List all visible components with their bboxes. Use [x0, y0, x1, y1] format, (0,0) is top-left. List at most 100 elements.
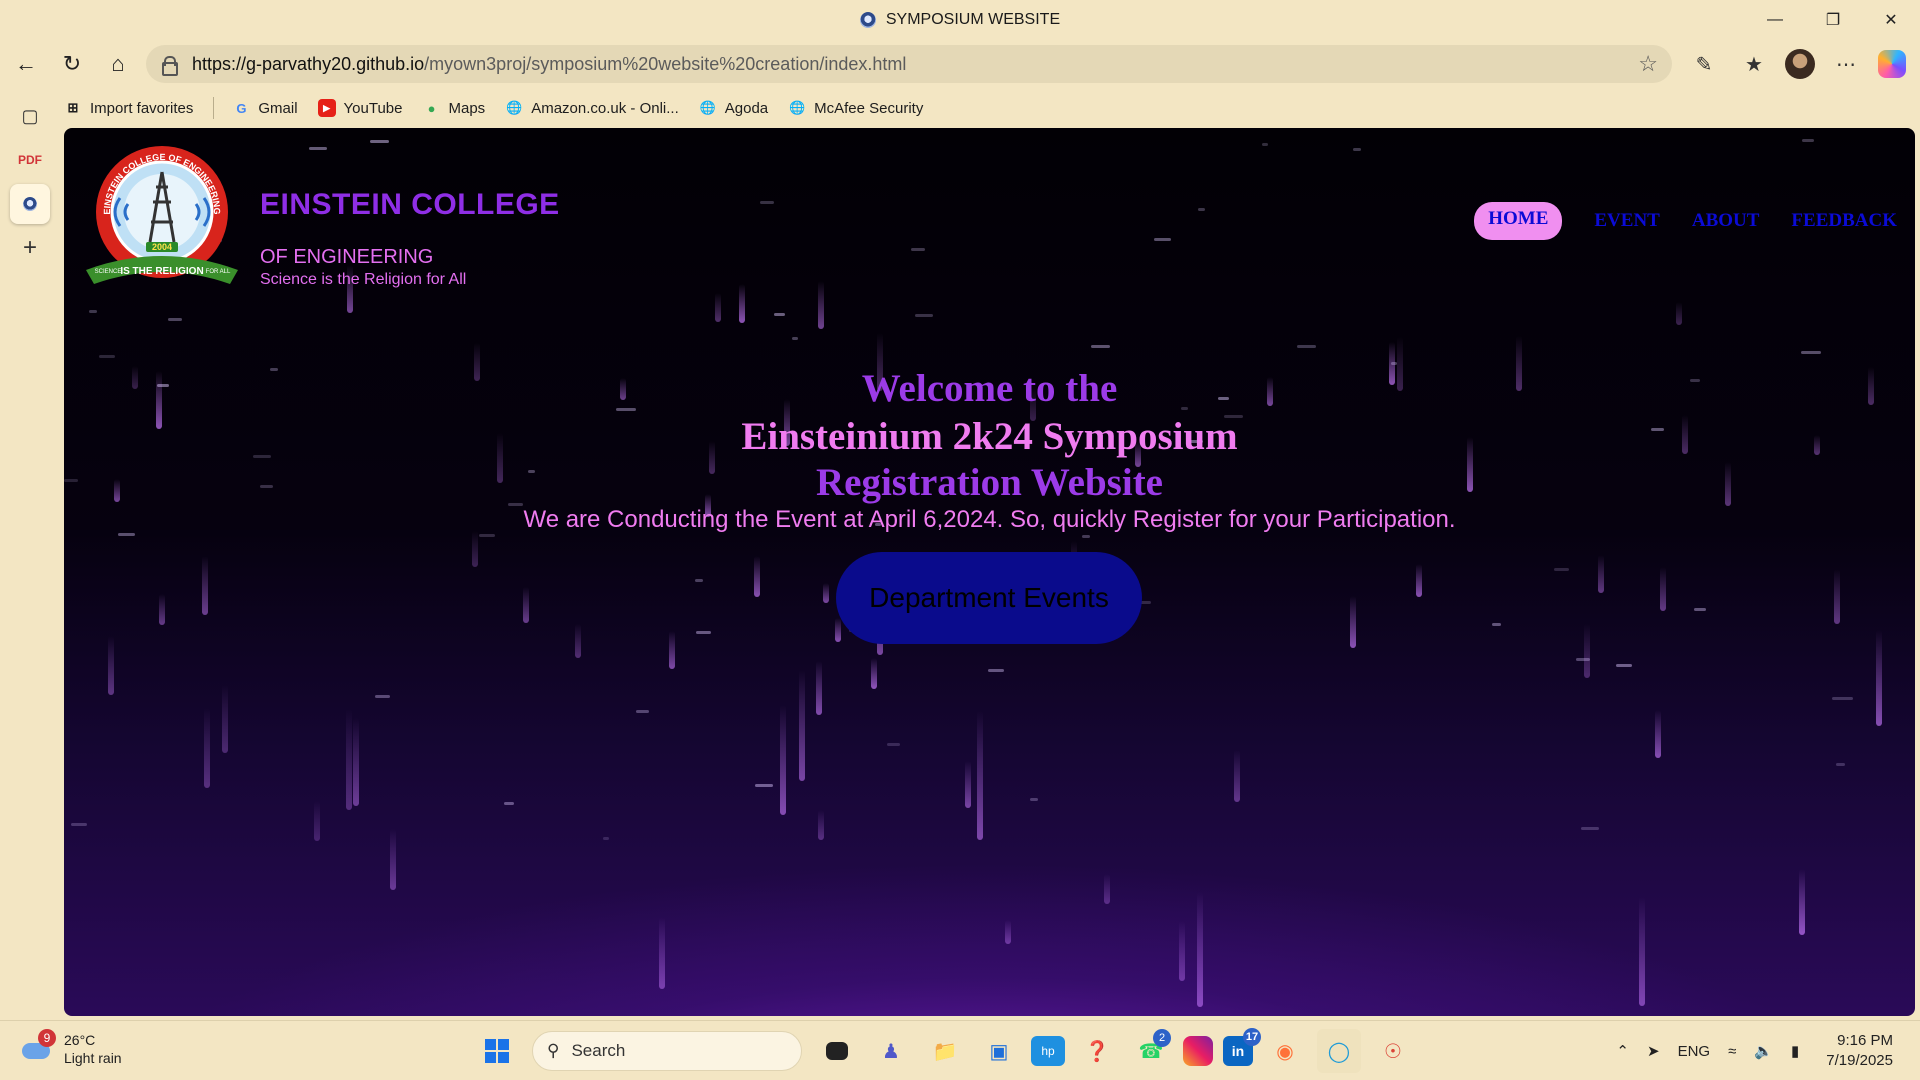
window-title-text: SYMPOSIUM WEBSITE [885, 11, 1061, 28]
address-bar[interactable]: https://g-parvathy20.github.io/myown3pro… [146, 45, 1672, 83]
back-icon[interactable]: ← [6, 44, 46, 84]
google-icon: G [236, 100, 247, 116]
taskbar-search[interactable]: ⚲ Search [532, 1031, 802, 1071]
chrome-icon[interactable]: ☉ [1371, 1029, 1415, 1073]
light-speck [914, 313, 934, 317]
active-tab-icon[interactable] [10, 184, 50, 224]
weather-widget[interactable]: 9 26°C Light rain [20, 1029, 122, 1067]
system-tray: ⌃ ➤ ENG ≈ 🔈 ▮ 9:16 PM 7/19/2025 [1607, 1021, 1920, 1080]
nav-feedback[interactable]: FEEDBACK [1791, 210, 1897, 232]
task-view-icon[interactable] [826, 1042, 848, 1060]
light-speck [1030, 798, 1038, 802]
language-indicator[interactable]: ENG [1678, 1043, 1711, 1060]
college-logo: 2004 IS THE RELIGION SCIENCE FOR ALL EIN… [86, 146, 238, 284]
light-speck [910, 247, 925, 251]
light-streak [818, 809, 825, 841]
firefox-icon[interactable]: ◉ [1263, 1029, 1307, 1073]
weather-condition: Light rain [64, 1050, 122, 1066]
linkedin-badge: 17 [1243, 1028, 1261, 1046]
close-icon[interactable]: ✕ [1862, 0, 1920, 40]
light-speck [988, 668, 1004, 672]
nav-event[interactable]: EVENT [1594, 210, 1659, 232]
light-speck [167, 317, 182, 321]
more-menu-icon[interactable]: ⋯ [1824, 40, 1868, 88]
hp-icon[interactable]: hp [1031, 1036, 1065, 1066]
favorite-import[interactable]: ⊞ Import favorites [64, 99, 194, 117]
light-streak [204, 708, 211, 789]
light-streak [668, 630, 675, 670]
favorites-icon[interactable]: ★ [1732, 40, 1776, 88]
youtube-icon: ▶ [317, 99, 336, 117]
favorite-mcafee[interactable]: 🌐 McAfee Security [788, 99, 923, 117]
favorite-amazon[interactable]: 🌐 Amazon.co.uk - Onli... [505, 99, 679, 117]
hero-line-1: Welcome to the [861, 367, 1118, 410]
favorite-youtube[interactable]: ▶ YouTube [317, 99, 403, 117]
hero-line-2: Einsteinium 2k24 Symposium [741, 415, 1238, 458]
volume-icon[interactable]: 🔈 [1754, 1042, 1773, 1060]
get-help-icon[interactable]: ❓ [1075, 1029, 1119, 1073]
restore-icon[interactable]: ❐ [1804, 0, 1862, 40]
light-speck [635, 709, 650, 713]
store-icon[interactable]: ▣ [977, 1029, 1021, 1073]
weather-temp: 26°C [64, 1032, 96, 1048]
favorites-bar: ⊞ Import favorites G Gmail ▶ YouTube ● Maps … [64, 88, 943, 128]
linkedin-icon[interactable]: in 17 [1223, 1028, 1261, 1066]
favorite-gmail[interactable]: G Gmail [232, 99, 297, 117]
light-speck [759, 201, 774, 205]
light-speck [695, 630, 711, 634]
light-speck [887, 742, 901, 746]
profile-button[interactable] [1778, 40, 1822, 88]
instagram-icon[interactable] [1183, 1036, 1213, 1066]
light-streak [1655, 710, 1662, 758]
start-icon[interactable] [475, 1029, 519, 1073]
wifi-icon[interactable]: ≈ [1728, 1043, 1736, 1060]
page-viewport: 2004 IS THE RELIGION SCIENCE FOR ALL EIN… [64, 128, 1915, 1016]
light-streak [1638, 896, 1645, 1007]
light-streak [1416, 563, 1423, 598]
light-streak [472, 531, 479, 568]
logo-ribbon: IS THE RELIGION [120, 266, 203, 277]
favorite-maps[interactable]: ● Maps [423, 99, 486, 117]
minimize-icon[interactable]: — [1746, 0, 1804, 40]
extensions-icon[interactable]: ✎ [1682, 40, 1726, 88]
light-streak [871, 658, 878, 689]
light-streak [799, 670, 806, 782]
favorite-agoda[interactable]: 🌐 Agoda [699, 99, 768, 117]
light-streak [353, 718, 360, 806]
globe-icon: 🌐 [699, 100, 716, 115]
home-icon[interactable]: ⌂ [98, 44, 138, 84]
light-speck [70, 822, 87, 826]
favorite-star-icon[interactable]: ☆ [1638, 51, 1658, 77]
light-speck [1082, 534, 1091, 538]
refresh-icon[interactable]: ↻ [52, 44, 92, 84]
weather-badge: 9 [38, 1029, 56, 1047]
pdf-icon[interactable]: PDF [10, 140, 50, 180]
battery-icon[interactable]: ▮ [1791, 1042, 1799, 1060]
light-streak [222, 684, 229, 754]
department-events-button[interactable]: Department Events [836, 552, 1142, 644]
site-nav: HOME EVENT ABOUT FEEDBACK [1474, 202, 1897, 240]
tab-actions-icon[interactable]: ▢ [10, 96, 50, 136]
copilot-button[interactable] [1870, 40, 1914, 88]
teams-icon[interactable]: ♟ [869, 1029, 913, 1073]
whatsapp-icon[interactable]: ☎ 2 [1129, 1029, 1173, 1073]
nav-about[interactable]: ABOUT [1692, 210, 1760, 232]
light-streak [815, 660, 822, 715]
edge-icon[interactable]: ◯ [1317, 1029, 1361, 1073]
clock[interactable]: 9:16 PM 7/19/2025 [1817, 1031, 1902, 1071]
light-speck [1091, 344, 1111, 348]
new-tab-icon[interactable]: + [10, 228, 50, 268]
college-suffix: OF ENGINEERING [260, 246, 434, 268]
light-streak [964, 760, 971, 809]
light-streak [658, 916, 665, 990]
logo-year: 2004 [152, 242, 172, 252]
taskbar-apps: ⚲ Search ♟ 📁 ▣ hp ❓ ☎ 2 in 17 ◉ ◯ ☉ [470, 1021, 1420, 1080]
light-streak [818, 281, 825, 329]
hero-line-3: Registration Website [815, 461, 1163, 504]
logo-left: SCIENCE [95, 269, 122, 275]
taskbar: 9 26°C Light rain ⚲ Search ♟ 📁 ▣ hp ❓ ☎ 2 … [0, 1020, 1920, 1080]
file-explorer-icon[interactable]: 📁 [923, 1029, 967, 1073]
nav-home[interactable]: HOME [1474, 202, 1563, 240]
chevron-up-icon[interactable]: ⌃ [1616, 1042, 1629, 1060]
location-icon[interactable]: ➤ [1647, 1042, 1660, 1060]
